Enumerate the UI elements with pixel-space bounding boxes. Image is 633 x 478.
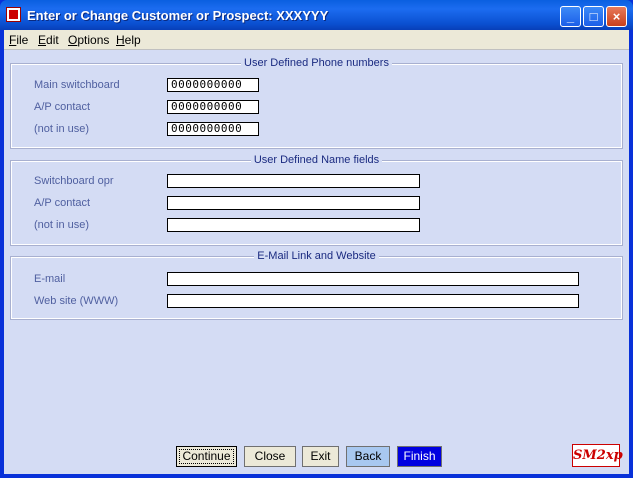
menu-file[interactable]: File	[9, 33, 28, 47]
phone-label-unused: (not in use)	[34, 123, 90, 135]
phone-group-title: User Defined Phone numbers	[241, 57, 392, 69]
name-label-unused: (not in use)	[34, 219, 90, 231]
phone-field-ap[interactable]: 0000000000	[167, 100, 259, 114]
name-label-ap: A/P contact	[34, 197, 91, 209]
name-field-ap[interactable]	[167, 196, 420, 210]
menu-options[interactable]: Options	[68, 33, 109, 47]
title-bar[interactable]: Enter or Change Customer or Prospect: XX…	[0, 0, 633, 30]
email-group-title: E-Mail Link and Website	[254, 250, 379, 262]
menu-edit[interactable]: Edit	[38, 33, 59, 47]
phone-field-main[interactable]: 0000000000	[167, 78, 259, 92]
window-title: Enter or Change Customer or Prospect: XX…	[27, 8, 329, 23]
email-label: E-mail	[34, 273, 66, 285]
minimize-icon[interactable]: _	[560, 6, 581, 27]
email-website-group: E-Mail Link and Website E-mail Web site …	[10, 250, 623, 320]
website-label: Web site (WWW)	[34, 295, 119, 307]
name-field-unused[interactable]	[167, 218, 420, 232]
name-group-title: User Defined Name fields	[250, 154, 383, 166]
name-label-switchboard: Switchboard opr	[34, 175, 114, 187]
sm2xp-logo: SM2xp	[572, 444, 623, 467]
menu-help[interactable]: Help	[116, 33, 141, 47]
close-icon[interactable]: ×	[606, 6, 627, 27]
close-button[interactable]: Close	[244, 446, 296, 467]
website-field[interactable]	[167, 294, 579, 308]
name-fields-group: User Defined Name fields Switchboard opr…	[10, 154, 623, 246]
menu-bar: File Edit Options Help	[4, 30, 629, 50]
exit-button[interactable]: Exit	[302, 446, 339, 467]
finish-button[interactable]: Finish	[397, 446, 442, 467]
app-icon[interactable]	[6, 7, 21, 22]
continue-button[interactable]: Continue	[176, 446, 237, 467]
phone-label-ap: A/P contact	[34, 101, 91, 113]
phone-label-main: Main switchboard	[34, 79, 120, 91]
phone-numbers-group: User Defined Phone numbers Main switchbo…	[10, 57, 623, 149]
email-field[interactable]	[167, 272, 579, 286]
client-area: File Edit Options Help User Defined Phon…	[4, 30, 629, 474]
maximize-icon[interactable]: □	[583, 6, 604, 27]
name-field-switchboard[interactable]	[167, 174, 420, 188]
phone-field-unused[interactable]: 0000000000	[167, 122, 259, 136]
app-window: Enter or Change Customer or Prospect: XX…	[0, 0, 633, 478]
back-button[interactable]: Back	[346, 446, 390, 467]
